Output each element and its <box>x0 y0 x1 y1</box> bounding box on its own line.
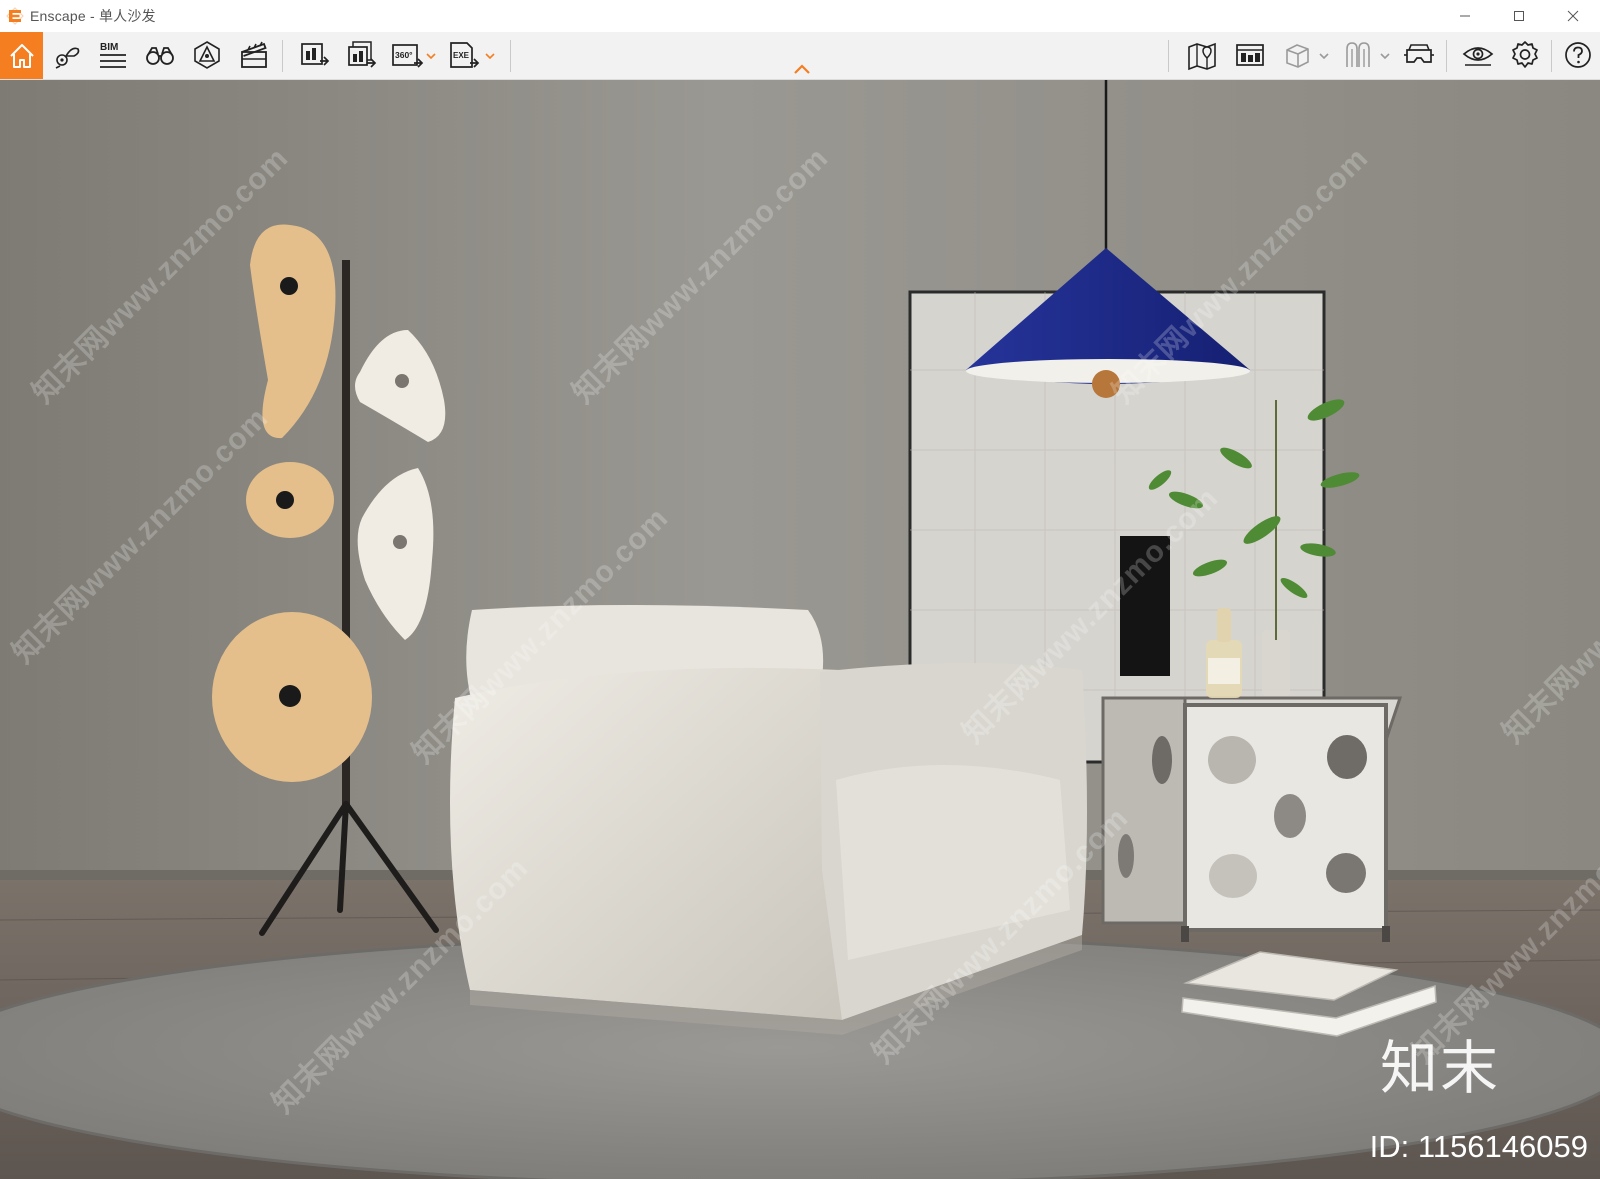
render-screenshot-button[interactable] <box>292 34 336 76</box>
panorama-360-icon: 360° <box>392 44 424 68</box>
collapse-toolbar-button[interactable] <box>791 62 813 76</box>
asset-id-label: ID: 1156146059 <box>1369 1129 1588 1164</box>
title-bar: Enscape - 单人沙发 <box>0 0 1600 32</box>
bim-label: BIM <box>100 42 118 53</box>
binoculars-icon <box>146 47 174 65</box>
maximize-button[interactable] <box>1492 0 1546 32</box>
chevron-down-icon <box>426 53 436 60</box>
window-controls <box>1438 0 1600 32</box>
settings-gear-icon <box>1512 41 1538 68</box>
visual-settings-button[interactable] <box>1456 34 1500 76</box>
map-button[interactable] <box>1180 34 1224 76</box>
panorama-360-label: 360° <box>395 50 413 60</box>
window-title: Enscape - 单人沙发 <box>30 6 156 26</box>
batch-render-icon <box>348 41 377 68</box>
render-viewport[interactable]: 知末网www.znzmo.com 知末网www.znzmo.com 知末网www… <box>0 80 1600 1179</box>
chevron-up-icon <box>794 64 810 74</box>
export-exe-label: EXE <box>453 51 470 60</box>
bim-icon: BIM <box>100 42 126 68</box>
section-box-icon <box>1286 44 1309 68</box>
scene-render <box>0 80 1600 1179</box>
export-exe-button[interactable]: EXE <box>442 34 486 76</box>
render-screenshot-icon <box>301 43 330 66</box>
brand-watermark: 知末 <box>1379 1034 1500 1102</box>
map-icon <box>1188 42 1216 71</box>
collaborate-icon <box>1346 42 1370 67</box>
minimize-button[interactable] <box>1438 0 1492 32</box>
chevron-down-icon <box>485 53 495 60</box>
view-management-button[interactable] <box>45 34 89 76</box>
bim-button[interactable]: BIM <box>91 34 135 76</box>
collaborate-dropdown-button[interactable] <box>1379 50 1391 62</box>
section-box-dropdown-button[interactable] <box>1318 50 1330 62</box>
document-name: 单人沙发 <box>98 8 156 24</box>
chevron-down-icon <box>1319 53 1329 60</box>
help-button[interactable] <box>1558 34 1598 76</box>
side-cabinet <box>1101 696 1403 942</box>
settings-button[interactable] <box>1503 34 1547 76</box>
export-exe-icon: EXE <box>450 42 480 68</box>
help-icon <box>1565 42 1591 68</box>
atlas-icon <box>1236 44 1264 66</box>
collaborate-button[interactable] <box>1336 34 1380 76</box>
view-management-icon <box>55 47 80 69</box>
toolbar-separator <box>1446 40 1447 72</box>
enscape-logo-icon <box>4 5 26 27</box>
panorama-360-button[interactable]: 360° <box>385 34 429 76</box>
section-box-button[interactable] <box>1275 34 1319 76</box>
toolbar-separator <box>1168 40 1169 72</box>
app-name: Enscape <box>30 8 86 24</box>
video-editor-button[interactable] <box>232 34 276 76</box>
home-button[interactable] <box>0 32 43 79</box>
walk-mode-button[interactable] <box>138 34 182 76</box>
toolbar-separator <box>1551 40 1552 72</box>
chevron-down-icon <box>1380 53 1390 60</box>
vr-headset-icon <box>1404 44 1434 63</box>
asset-library-button[interactable] <box>185 34 229 76</box>
minimize-icon <box>1460 15 1470 17</box>
panorama-dropdown-button[interactable] <box>425 50 437 62</box>
video-editor-icon <box>241 41 267 68</box>
atlas-button[interactable] <box>1228 34 1272 76</box>
home-icon <box>9 43 34 68</box>
toolbar-separator <box>510 40 511 72</box>
vr-headset-button[interactable] <box>1397 34 1441 76</box>
close-icon <box>1567 10 1579 22</box>
maximize-icon <box>1514 11 1524 21</box>
close-button[interactable] <box>1546 0 1600 32</box>
export-dropdown-button[interactable] <box>484 50 496 62</box>
toolbar-separator <box>282 40 283 72</box>
visual-settings-eye-icon <box>1462 47 1494 66</box>
title-separator: - <box>85 8 99 24</box>
asset-library-icon <box>194 41 220 69</box>
batch-render-button[interactable] <box>339 34 383 76</box>
